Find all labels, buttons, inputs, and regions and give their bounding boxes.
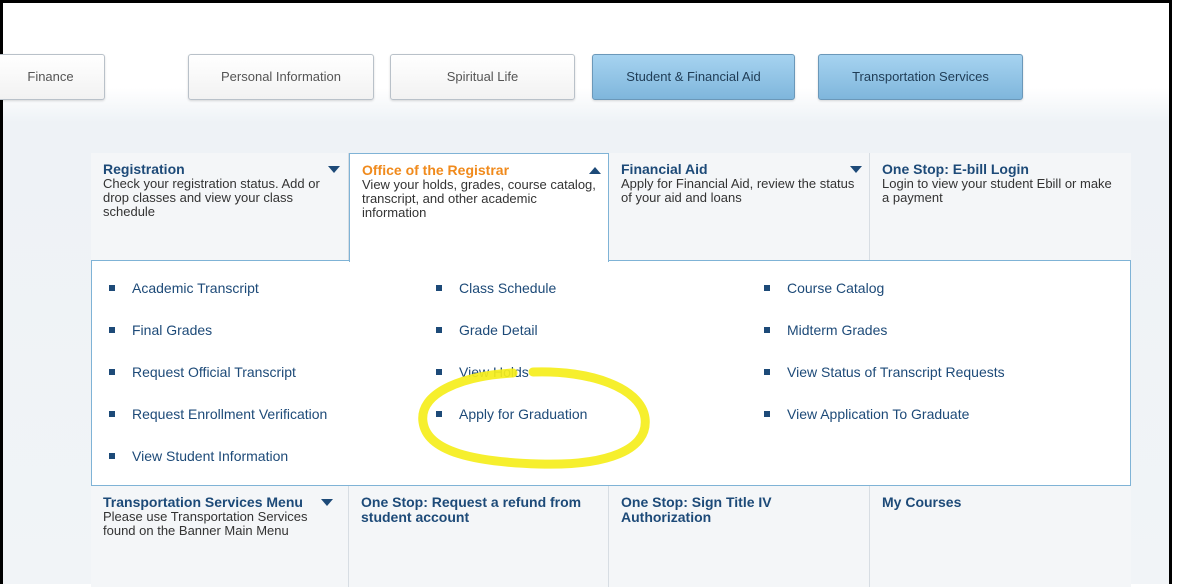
menu-office-of-the-registrar[interactable]: Office of the Registrar View your holds,… [349, 153, 609, 262]
menu-sign-title-iv[interactable]: One Stop: Sign Title IV Authorization [609, 486, 870, 587]
menu-financial-aid-desc: Apply for Financial Aid, review the stat… [621, 176, 855, 205]
tab-finance[interactable]: Finance [0, 54, 105, 100]
menu-ebill-login[interactable]: One Stop: E-bill Login Login to view you… [870, 153, 1131, 260]
bullet-icon [436, 285, 442, 291]
window-frame: Finance Personal Information Spiritual L… [0, 0, 1172, 587]
bullet-icon [436, 411, 442, 417]
menu-transportation-desc: Please use Transportation Services found… [103, 509, 308, 538]
menu-request-refund[interactable]: One Stop: Request a refund from student … [349, 486, 609, 587]
link-midterm-grades[interactable]: Midterm Grades [764, 322, 887, 338]
menu-my-courses[interactable]: My Courses [870, 486, 1131, 587]
menu-registration-title[interactable]: Registration [103, 162, 336, 177]
bullet-icon [109, 327, 115, 333]
link-apply-for-graduation[interactable]: Apply for Graduation [436, 406, 587, 422]
menu-my-courses-title[interactable]: My Courses [882, 495, 1119, 510]
link-class-schedule[interactable]: Class Schedule [436, 280, 556, 296]
menu-transportation-title[interactable]: Transportation Services Menu [103, 495, 336, 510]
link-view-status-transcript-requests[interactable]: View Status of Transcript Requests [764, 364, 1005, 380]
link-academic-transcript[interactable]: Academic Transcript [109, 280, 259, 296]
link-grade-detail[interactable]: Grade Detail [436, 322, 538, 338]
menu-registrar-desc: View your holds, grades, course catalog,… [362, 177, 596, 220]
chevron-down-icon[interactable] [850, 166, 862, 173]
tab-student-financial-aid[interactable]: Student & Financial Aid [592, 54, 795, 100]
chevron-up-icon[interactable] [589, 167, 601, 174]
link-view-student-information[interactable]: View Student Information [109, 448, 288, 464]
bullet-icon [764, 411, 770, 417]
menu-financial-aid[interactable]: Financial Aid Apply for Financial Aid, r… [609, 153, 870, 260]
bullet-icon [764, 327, 770, 333]
bullet-icon [109, 369, 115, 375]
bullet-icon [764, 285, 770, 291]
bullet-icon [764, 369, 770, 375]
chevron-down-icon[interactable] [328, 166, 340, 173]
menu-transportation-services[interactable]: Transportation Services Menu Please use … [91, 486, 349, 587]
menu-sign-title-iv-title[interactable]: One Stop: Sign Title IV Authorization [621, 495, 857, 525]
tab-spiritual-life[interactable]: Spiritual Life [390, 54, 575, 100]
bullet-icon [109, 453, 115, 459]
menu-registration[interactable]: Registration Check your registration sta… [91, 153, 349, 260]
tab-personal-information[interactable]: Personal Information [188, 54, 374, 100]
menu-request-refund-title[interactable]: One Stop: Request a refund from student … [361, 495, 596, 525]
bullet-icon [109, 285, 115, 291]
tab-transportation-services[interactable]: Transportation Services [818, 54, 1023, 100]
link-course-catalog[interactable]: Course Catalog [764, 280, 884, 296]
registrar-links-panel: Academic Transcript Class Schedule Cours… [91, 260, 1131, 486]
link-view-holds[interactable]: View Holds [436, 364, 529, 380]
chevron-down-icon[interactable] [321, 499, 333, 506]
link-request-enrollment-verification[interactable]: Request Enrollment Verification [109, 406, 327, 422]
bullet-icon [109, 411, 115, 417]
bullet-icon [436, 327, 442, 333]
menu-registrar-title[interactable]: Office of the Registrar [362, 163, 596, 178]
bullet-icon [436, 369, 442, 375]
menu-registration-desc: Check your registration status. Add or d… [103, 176, 320, 219]
link-final-grades[interactable]: Final Grades [109, 322, 212, 338]
link-request-official-transcript[interactable]: Request Official Transcript [109, 364, 296, 380]
menu-ebill-title[interactable]: One Stop: E-bill Login [882, 162, 1119, 177]
menu-ebill-desc: Login to view your student Ebill or make… [882, 176, 1112, 205]
menu-financial-aid-title[interactable]: Financial Aid [621, 162, 857, 177]
link-view-application-to-graduate[interactable]: View Application To Graduate [764, 406, 969, 422]
